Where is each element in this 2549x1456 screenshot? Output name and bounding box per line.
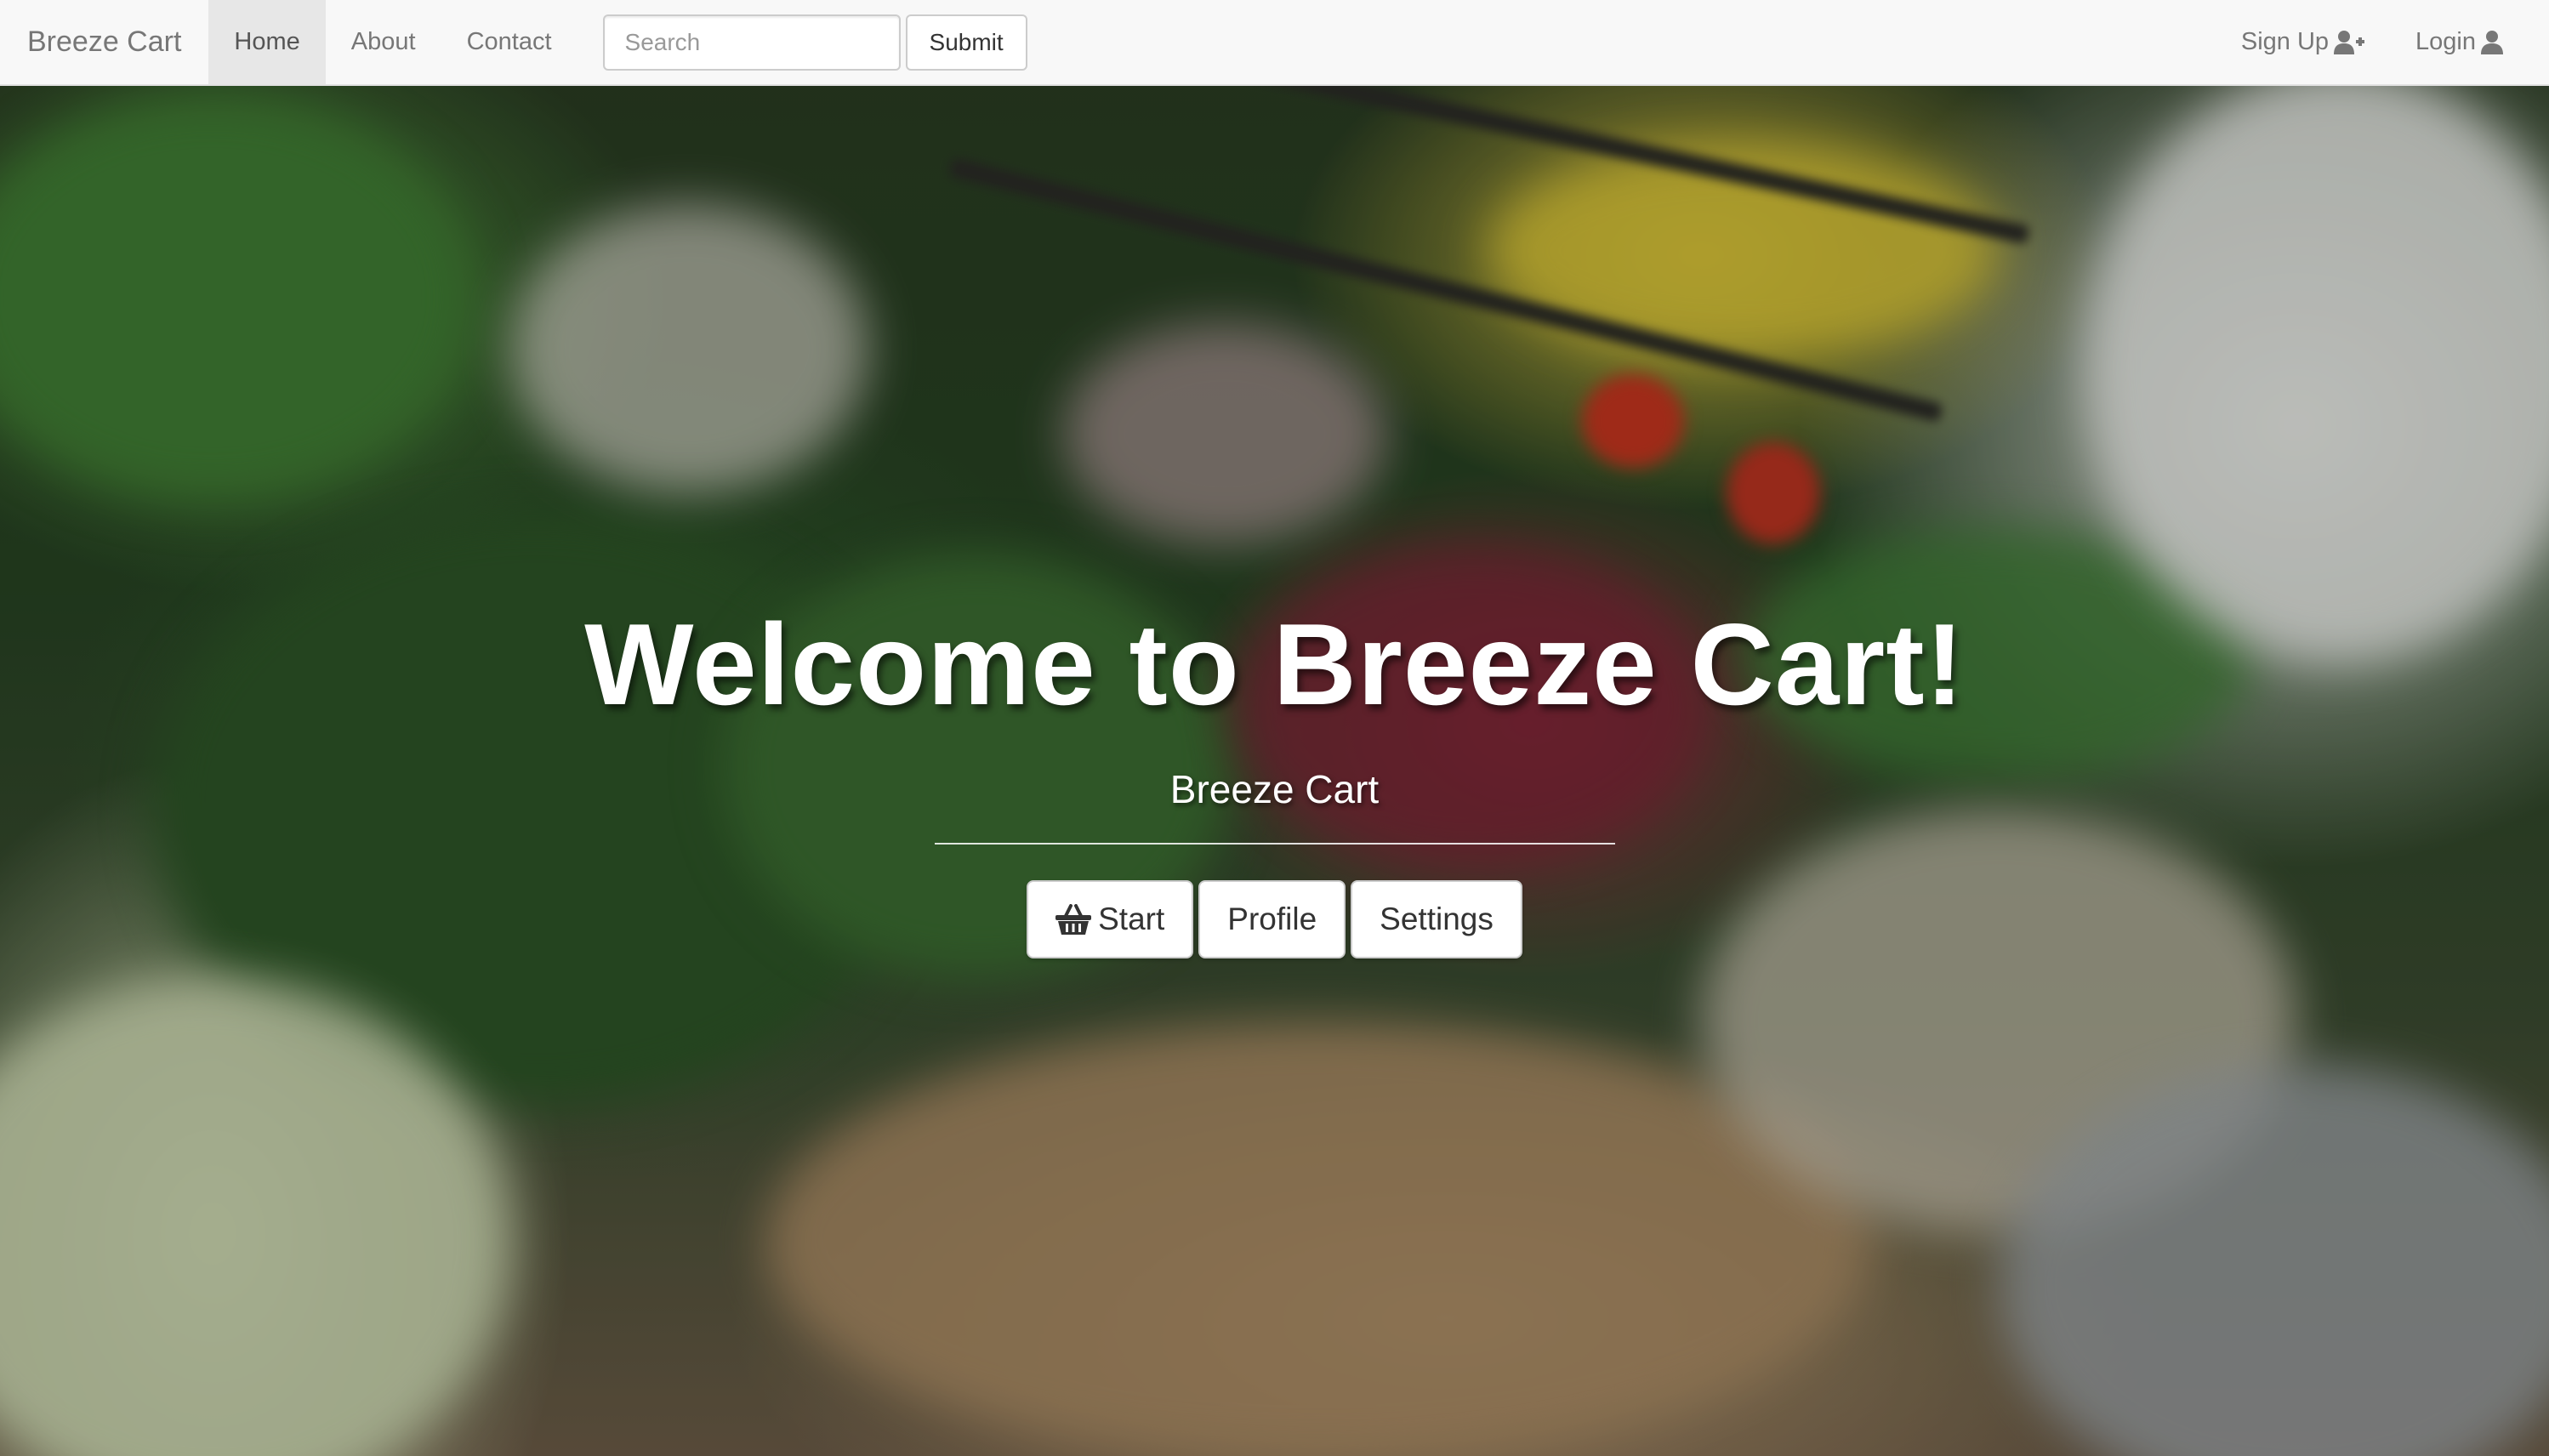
nav-link-about-label: About	[350, 28, 416, 55]
nav-link-home-label: Home	[234, 28, 300, 55]
nav-link-signup[interactable]: Sign Up	[2216, 0, 2390, 84]
settings-button-label: Settings	[1380, 901, 1494, 937]
profile-button-label: Profile	[1227, 901, 1317, 937]
nav-link-contact-label: Contact	[466, 28, 552, 55]
hero-divider	[934, 843, 1615, 845]
search-input[interactable]	[602, 14, 901, 71]
submit-button[interactable]: Submit	[905, 14, 1027, 71]
top-navbar: Breeze Cart Home About Contact Submit Si…	[0, 0, 2549, 86]
page: Breeze Cart Home About Contact Submit Si…	[0, 0, 2549, 1456]
user-icon	[2481, 30, 2512, 55]
nav-link-contact[interactable]: Contact	[441, 0, 578, 84]
nav-link-login[interactable]: Login	[2390, 0, 2537, 84]
nav-link-about[interactable]: About	[326, 0, 441, 84]
hero-button-group: Start Profile Settings	[0, 880, 2549, 959]
shopping-basket-icon	[1055, 904, 1092, 936]
signup-label: Sign Up	[2240, 28, 2330, 55]
login-label: Login	[2415, 28, 2476, 55]
settings-button[interactable]: Settings	[1351, 880, 1522, 959]
nav-link-home[interactable]: Home	[208, 0, 326, 84]
hero-section: Welcome to Breeze Cart! Breeze Cart Star…	[0, 595, 2549, 959]
start-button-label: Start	[1098, 901, 1165, 937]
hero-title: Welcome to Breeze Cart!	[584, 600, 1965, 729]
brand-logo-link[interactable]: Breeze Cart	[0, 0, 208, 84]
profile-button[interactable]: Profile	[1198, 880, 1346, 959]
search-form: Submit	[602, 14, 1027, 71]
hero-subtitle: Breeze Cart	[1169, 767, 1380, 812]
start-button[interactable]: Start	[1027, 880, 1194, 959]
nav-right-group: Sign Up Login	[2216, 0, 2549, 84]
user-plus-icon	[2334, 30, 2365, 55]
